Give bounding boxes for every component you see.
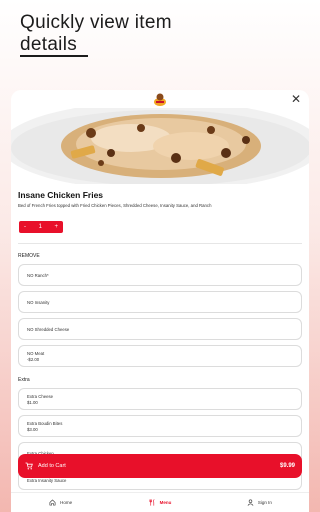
nav-sign-in[interactable]: Sign In xyxy=(210,493,309,512)
restaurant-logo-icon xyxy=(154,93,166,106)
option-name: Extra Insanity Sauce xyxy=(27,477,67,483)
option-name: Extra Boudin Bites xyxy=(27,420,63,426)
nav-sign-in-label: Sign In xyxy=(257,500,272,505)
nav-menu[interactable]: Menu xyxy=(110,493,209,512)
nav-home-label: Home xyxy=(60,500,73,505)
decrement-button[interactable]: - xyxy=(24,224,26,230)
remove-option-no-meat[interactable]: NO Meat -$2.00 xyxy=(18,345,302,367)
item-title: Insane Chicken Fries xyxy=(18,190,104,200)
promo-headline: Quickly view item details xyxy=(20,12,172,56)
home-icon xyxy=(49,499,56,506)
remove-option-no-shredded-cheese[interactable]: NO Shredded Cheese xyxy=(18,318,302,340)
utensils-icon xyxy=(149,499,155,506)
option-price: $3.00 xyxy=(27,426,38,432)
item-photo xyxy=(11,108,309,184)
quantity-stepper[interactable]: - 1 + xyxy=(19,221,63,233)
option-name: NO Shredded Cheese xyxy=(27,326,70,332)
promo-line-1: Quickly view item xyxy=(20,12,172,33)
sheet-header: ✕ xyxy=(11,90,309,108)
option-name: NO Meat xyxy=(27,350,45,356)
item-detail-sheet: ✕ Insane Chicken Fries Bed of French Fri… xyxy=(11,90,309,512)
add-to-cart-button[interactable]: Add to Cart $9.99 xyxy=(18,454,302,478)
cart-price: $9.99 xyxy=(279,463,295,469)
option-name: NO Insanity xyxy=(27,299,50,305)
option-price: $1.00 xyxy=(27,399,38,405)
bottom-navigation: Home Menu Sign In xyxy=(11,492,309,512)
headline-underline xyxy=(20,55,88,57)
nav-menu-label: Menu xyxy=(159,500,172,505)
option-price: -$2.00 xyxy=(27,356,40,362)
extra-section-label: Extra xyxy=(18,377,30,383)
user-icon xyxy=(247,499,254,506)
promo-line-2: details xyxy=(20,34,78,55)
add-to-cart-label: Add to Cart xyxy=(38,463,66,469)
extra-option-cheese[interactable]: Extra Cheese $1.00 xyxy=(18,388,302,410)
remove-option-no-insanity[interactable]: NO Insanity xyxy=(18,291,302,313)
item-description: Bed of French Fries topped with Fried Ch… xyxy=(18,203,212,208)
extra-option-boudin-bites[interactable]: Extra Boudin Bites $3.00 xyxy=(18,415,302,437)
option-name: Extra Cheese xyxy=(27,393,54,399)
option-name: NO Ranch* xyxy=(27,272,49,278)
nav-home[interactable]: Home xyxy=(11,493,110,512)
remove-option-no-ranch[interactable]: NO Ranch* xyxy=(18,264,302,286)
cart-icon xyxy=(25,462,33,470)
increment-button[interactable]: + xyxy=(54,224,58,230)
quantity-value: 1 xyxy=(38,224,42,230)
remove-section-label: REMOVE xyxy=(18,253,40,259)
close-icon[interactable]: ✕ xyxy=(290,93,302,105)
divider xyxy=(18,243,302,244)
